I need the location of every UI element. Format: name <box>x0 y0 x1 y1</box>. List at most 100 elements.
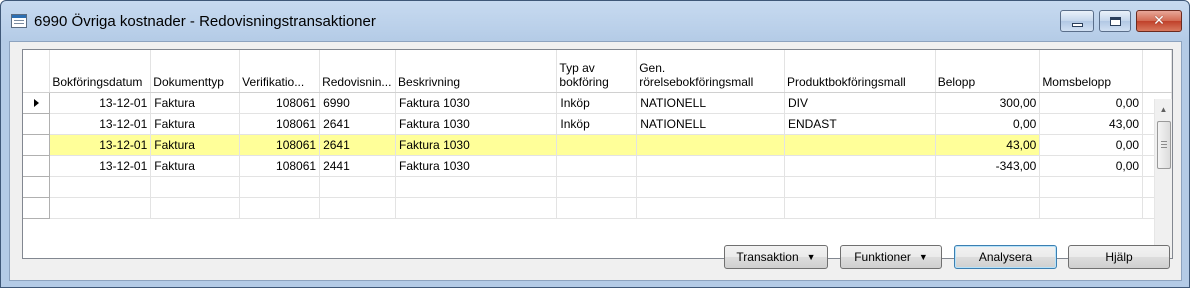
column-header-redovisningskonto[interactable]: Redovisnin... <box>319 50 397 93</box>
hjalp-button[interactable]: Hjälp <box>1068 245 1170 269</box>
table-row[interactable]: 13-12-01 Faktura 108061 2441 Faktura 103… <box>23 154 1172 177</box>
transactions-table: Bokföringsdatum Dokumenttyp Verifikatio.… <box>23 50 1172 219</box>
cell-description[interactable]: Faktura 1030 <box>395 113 558 135</box>
title-bar[interactable]: 6990 Övriga kostnader - Redovisningstran… <box>1 1 1189 41</box>
cell-account[interactable]: 2441 <box>319 155 397 177</box>
column-header-produktbokforingsmall[interactable]: Produktbokföringsmall <box>784 50 936 93</box>
column-header-dokumenttyp[interactable]: Dokumenttyp <box>150 50 241 93</box>
row-selector[interactable] <box>23 112 51 135</box>
cell-description[interactable]: Faktura 1030 <box>395 155 558 177</box>
cell-product-posting-group[interactable] <box>784 134 936 156</box>
cell-account[interactable]: 6990 <box>319 92 397 114</box>
cell-amount[interactable]: 43,00 <box>935 134 1041 156</box>
cell-doctype[interactable]: Faktura <box>150 113 241 135</box>
cell-description[interactable]: Faktura 1030 <box>395 134 558 156</box>
cell-vat-amount[interactable]: 43,00 <box>1039 113 1144 135</box>
table-row[interactable]: 13-12-01 Faktura 108061 6990 Faktura 103… <box>23 91 1172 114</box>
empty-cell[interactable] <box>239 176 321 198</box>
row-selector[interactable] <box>23 154 51 177</box>
cell-verification[interactable]: 108061 <box>239 92 321 114</box>
column-header-verifikation[interactable]: Verifikatio... <box>239 50 321 93</box>
funktioner-menu-button[interactable]: Funktioner ▼ <box>840 245 942 269</box>
table-row[interactable]: 13-12-01 Faktura 108061 2641 Faktura 103… <box>23 112 1172 135</box>
cell-account[interactable]: 2641 <box>319 113 397 135</box>
empty-cell[interactable] <box>1039 197 1144 219</box>
cell-amount[interactable]: 0,00 <box>935 113 1041 135</box>
cell-doctype[interactable]: Faktura <box>150 134 241 156</box>
cell-vat-amount[interactable]: 0,00 <box>1039 134 1144 156</box>
cell-description[interactable]: Faktura 1030 <box>395 92 558 114</box>
empty-cell[interactable] <box>556 176 638 198</box>
cell-account[interactable]: 2641 <box>319 134 397 156</box>
analysera-button[interactable]: Analysera <box>954 245 1057 269</box>
row-selector[interactable] <box>23 91 51 114</box>
empty-cell[interactable] <box>239 197 321 219</box>
column-header-beskrivning[interactable]: Beskrivning <box>395 50 558 93</box>
cell-product-posting-group[interactable]: ENDAST <box>784 113 936 135</box>
window-icon[interactable] <box>11 14 27 28</box>
cell-doctype[interactable]: Faktura <box>150 155 241 177</box>
row-selector[interactable] <box>23 133 51 156</box>
empty-cell[interactable] <box>49 197 152 219</box>
column-header-gen-rorelsebokforingsmall[interactable]: Gen. rörelsebokföringsmall <box>636 50 785 93</box>
cell-amount[interactable]: -343,00 <box>935 155 1041 177</box>
cell-verification[interactable]: 108061 <box>239 134 321 156</box>
column-header-typ-av-bokforing[interactable]: Typ av bokföring <box>556 50 638 93</box>
empty-cell[interactable] <box>784 197 936 219</box>
cell-product-posting-group[interactable] <box>784 155 936 177</box>
column-header-momsbelopp[interactable]: Momsbelopp <box>1039 50 1144 93</box>
vertical-scrollbar[interactable]: ▲ ▼ <box>1154 99 1172 258</box>
scroll-up-arrow-icon[interactable]: ▲ <box>1155 101 1172 118</box>
row-selector[interactable] <box>23 196 51 219</box>
empty-row[interactable] <box>23 175 1172 198</box>
empty-cell[interactable] <box>556 197 638 219</box>
cell-amount[interactable]: 300,00 <box>935 92 1041 114</box>
empty-cell[interactable] <box>1039 176 1144 198</box>
empty-cell[interactable] <box>319 197 397 219</box>
empty-row[interactable] <box>23 196 1172 219</box>
cell-product-posting-group[interactable]: DIV <box>784 92 936 114</box>
cell-date[interactable]: 13-12-01 <box>49 155 152 177</box>
close-button[interactable]: ✕ <box>1136 10 1182 32</box>
current-row-indicator-icon <box>33 98 39 107</box>
column-header-bokforingsdatum[interactable]: Bokföringsdatum <box>49 50 152 93</box>
scrollbar-thumb[interactable] <box>1157 121 1171 169</box>
transactions-grid[interactable]: Bokföringsdatum Dokumenttyp Verifikatio.… <box>22 49 1173 259</box>
window-title: 6990 Övriga kostnader - Redovisningstran… <box>34 13 376 30</box>
cell-gen-bus-posting-group[interactable] <box>636 134 785 156</box>
empty-cell[interactable] <box>636 176 785 198</box>
cell-doctype[interactable]: Faktura <box>150 92 241 114</box>
empty-cell[interactable] <box>150 176 241 198</box>
row-selector-header[interactable] <box>23 50 51 93</box>
column-header-belopp[interactable]: Belopp <box>935 50 1041 93</box>
cell-date[interactable]: 13-12-01 <box>49 92 152 114</box>
table-row-highlighted[interactable]: 13-12-01 Faktura 108061 2641 Faktura 103… <box>23 133 1172 156</box>
cell-date[interactable]: 13-12-01 <box>49 134 152 156</box>
empty-cell[interactable] <box>784 176 936 198</box>
cell-verification[interactable]: 108061 <box>239 113 321 135</box>
cell-gen-bus-posting-group[interactable]: NATIONELL <box>636 92 785 114</box>
window: 6990 Övriga kostnader - Redovisningstran… <box>0 0 1190 288</box>
transaktion-menu-button[interactable]: Transaktion ▼ <box>724 245 828 269</box>
cell-posting-type[interactable]: Inköp <box>556 113 638 135</box>
cell-vat-amount[interactable]: 0,00 <box>1039 155 1144 177</box>
cell-verification[interactable]: 108061 <box>239 155 321 177</box>
empty-cell[interactable] <box>319 176 397 198</box>
cell-posting-type[interactable]: Inköp <box>556 92 638 114</box>
empty-cell[interactable] <box>49 176 152 198</box>
cell-vat-amount[interactable]: 0,00 <box>1039 92 1144 114</box>
cell-gen-bus-posting-group[interactable] <box>636 155 785 177</box>
cell-posting-type[interactable] <box>556 134 638 156</box>
empty-cell[interactable] <box>935 176 1041 198</box>
empty-cell[interactable] <box>395 176 558 198</box>
cell-posting-type[interactable] <box>556 155 638 177</box>
cell-gen-bus-posting-group[interactable]: NATIONELL <box>636 113 785 135</box>
empty-cell[interactable] <box>636 197 785 219</box>
row-selector[interactable] <box>23 175 51 198</box>
empty-cell[interactable] <box>935 197 1041 219</box>
minimize-button[interactable] <box>1060 10 1094 32</box>
maximize-button[interactable] <box>1099 10 1131 32</box>
empty-cell[interactable] <box>395 197 558 219</box>
empty-cell[interactable] <box>150 197 241 219</box>
cell-date[interactable]: 13-12-01 <box>49 113 152 135</box>
